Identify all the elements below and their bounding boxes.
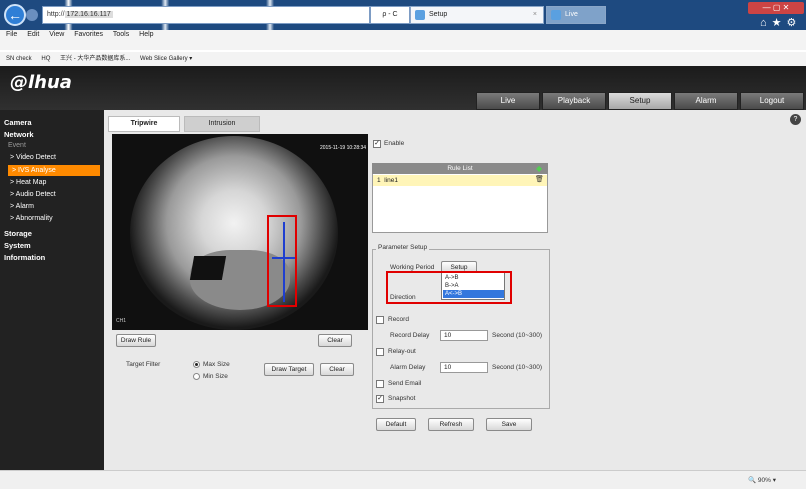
- video-timestamp: 2015-11-19 10:28:34: [320, 145, 367, 151]
- help-icon[interactable]: ?: [790, 114, 801, 125]
- nav-setup[interactable]: Setup: [608, 92, 672, 110]
- address-tools[interactable]: ρ - C: [370, 6, 410, 24]
- working-period-label: Working Period: [390, 264, 435, 271]
- relay-out-label: Relay-out: [388, 348, 416, 355]
- add-rule-icon[interactable]: ◆: [536, 164, 542, 173]
- record-checkbox[interactable]: [376, 316, 384, 324]
- menu-favorites[interactable]: Favorites: [74, 31, 103, 38]
- menu-tools[interactable]: Tools: [113, 31, 129, 38]
- sidebar-item-event[interactable]: Event: [8, 142, 26, 149]
- enable-checkbox[interactable]: ✓: [373, 140, 381, 148]
- record-delay-label: Record Delay: [390, 332, 430, 339]
- draw-target-button[interactable]: Draw Target: [264, 363, 314, 376]
- enable-label: Enable: [384, 140, 405, 147]
- zoom-value: 90%: [757, 477, 771, 484]
- favorites-bar: SN check HQ 王兴 - 大华产品数据库系... Web Slice G…: [0, 52, 806, 66]
- menu-bar: File Edit View Favorites Tools Help: [0, 30, 806, 50]
- nav-playback[interactable]: Playback: [542, 92, 606, 110]
- sidebar-item-information[interactable]: Information: [4, 253, 45, 262]
- sidebar-item-alarm[interactable]: > Alarm: [10, 203, 34, 210]
- rule-name: line1: [384, 177, 398, 184]
- tab-intrusion[interactable]: Intrusion: [184, 116, 260, 132]
- alarm-delay-input[interactable]: 10: [440, 362, 488, 373]
- menu-help[interactable]: Help: [139, 31, 153, 38]
- sidebar-item-network[interactable]: Network: [4, 130, 34, 139]
- nav-logout[interactable]: Logout: [740, 92, 804, 110]
- browser-tab-label: Setup: [429, 11, 448, 18]
- ie-icon: [415, 10, 425, 20]
- parameter-setup-title: Parameter Setup: [376, 244, 430, 251]
- target-filter-label: Target Filter: [126, 361, 161, 368]
- menu-view[interactable]: View: [49, 31, 64, 38]
- close-tab-icon[interactable]: ×: [533, 7, 537, 23]
- record-delay-input[interactable]: 10: [440, 330, 488, 341]
- clear-target-button[interactable]: Clear: [320, 363, 354, 376]
- favorite-dahua-db[interactable]: 王兴 - 大华产品数据库系...: [60, 56, 130, 62]
- delete-rule-icon[interactable]: 🗑: [535, 175, 544, 183]
- send-email-label: Send Email: [388, 380, 422, 387]
- browser-toolbar-icons[interactable]: ⌂★⚙: [760, 16, 801, 29]
- favorite-hq[interactable]: HQ: [41, 56, 50, 62]
- browser-tab-label: Live: [565, 11, 578, 18]
- clear-rule-button[interactable]: Clear: [318, 334, 352, 347]
- default-button[interactable]: Default: [376, 418, 416, 431]
- rule-row[interactable]: 1 line1: [373, 175, 547, 186]
- send-email-checkbox[interactable]: [376, 380, 384, 388]
- zoom-icon: 🔍: [748, 477, 757, 484]
- sidebar-item-system[interactable]: System: [4, 241, 31, 250]
- sidebar-item-video-detect[interactable]: > Video Detect: [10, 154, 56, 161]
- sidebar-item-abnormality[interactable]: > Abnormality: [10, 215, 53, 222]
- sidebar-item-storage[interactable]: Storage: [4, 229, 32, 238]
- address-host: 172.16.16.117: [64, 11, 113, 18]
- sidebar: [0, 110, 104, 470]
- rule-list-header: Rule List: [372, 163, 548, 174]
- max-size-label: Max Size: [203, 361, 230, 368]
- tab-tripwire[interactable]: Tripwire: [108, 116, 180, 132]
- address-bar[interactable]: http://172.16.16.117: [42, 6, 370, 24]
- nav-live[interactable]: Live: [476, 92, 540, 110]
- back-button[interactable]: ←: [4, 4, 26, 26]
- star-icon[interactable]: ★: [772, 17, 787, 29]
- max-size-radio[interactable]: [193, 361, 200, 368]
- highlight-box-direction: [386, 271, 512, 304]
- ie-icon: [551, 10, 561, 20]
- alarm-delay-label: Alarm Delay: [390, 364, 426, 371]
- record-delay-unit: Second (10~300): [492, 332, 543, 339]
- zoom-level[interactable]: 🔍 90% ▾: [748, 476, 776, 484]
- address-prefix: http://: [47, 11, 65, 18]
- highlight-box-tripwire: [267, 215, 297, 307]
- nav-alarm[interactable]: Alarm: [674, 92, 738, 110]
- gear-icon[interactable]: ⚙: [787, 17, 802, 29]
- status-bar: [0, 470, 806, 489]
- save-button[interactable]: Save: [486, 418, 532, 431]
- draw-rule-button[interactable]: Draw Rule: [116, 334, 156, 347]
- forward-button[interactable]: [26, 9, 38, 21]
- alarm-delay-unit: Second (10~300): [492, 364, 543, 371]
- relay-out-checkbox[interactable]: [376, 348, 384, 356]
- record-label: Record: [388, 316, 409, 323]
- room-sofa: [189, 256, 227, 280]
- window-controls[interactable]: — ▢ ✕: [748, 2, 804, 14]
- video-channel: CH1: [116, 318, 127, 324]
- home-icon[interactable]: ⌂: [760, 17, 772, 29]
- rule-index: 1: [377, 177, 381, 184]
- min-size-label: Min Size: [203, 373, 228, 380]
- sidebar-item-audio-detect[interactable]: > Audio Detect: [10, 191, 56, 198]
- browser-tab-setup[interactable]: Setup ×: [410, 6, 544, 24]
- favorite-sn-check[interactable]: SN check: [6, 56, 32, 62]
- favorite-web-slice[interactable]: Web Slice Gallery ▾: [140, 56, 192, 62]
- snapshot-label: Snapshot: [388, 395, 416, 402]
- refresh-button[interactable]: Refresh: [428, 418, 474, 431]
- sidebar-item-heat-map[interactable]: > Heat Map: [10, 179, 46, 186]
- min-size-radio[interactable]: [193, 373, 200, 380]
- sidebar-item-ivs-analyse[interactable]: > IVS Analyse: [8, 165, 100, 176]
- dahua-logo: @lhua: [10, 72, 72, 93]
- snapshot-checkbox[interactable]: ✓: [376, 395, 384, 403]
- sidebar-item-camera[interactable]: Camera: [4, 118, 32, 127]
- menu-file[interactable]: File: [6, 31, 17, 38]
- browser-tab-live[interactable]: Live: [546, 6, 606, 24]
- menu-edit[interactable]: Edit: [27, 31, 39, 38]
